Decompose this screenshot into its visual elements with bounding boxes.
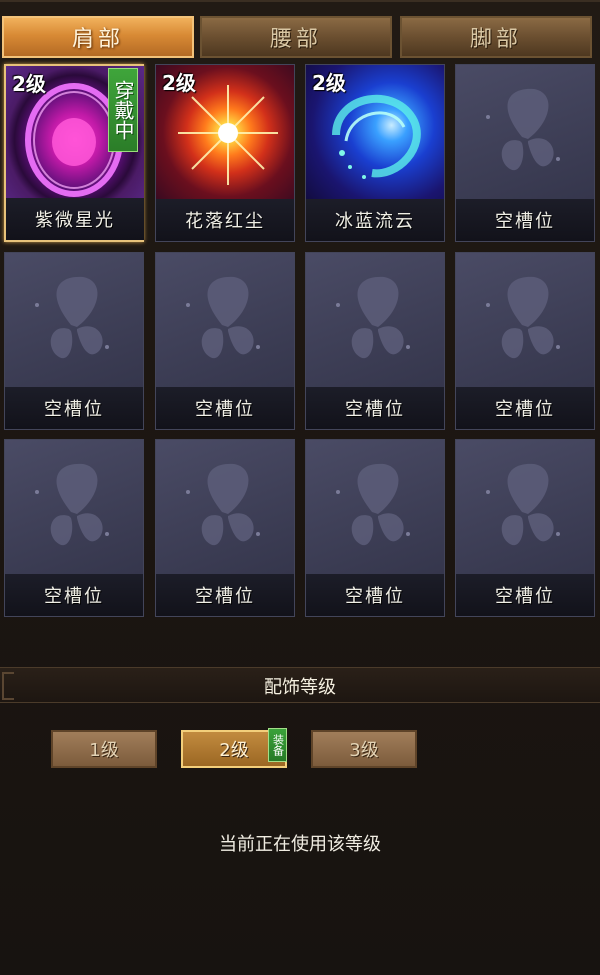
- butterfly-placeholder-icon: [456, 440, 594, 574]
- level-1-button[interactable]: 1级: [51, 730, 157, 768]
- butterfly-placeholder-icon: [5, 440, 143, 574]
- level-label: 2级: [312, 71, 346, 95]
- accessory-slot-empty[interactable]: 空槽位: [455, 64, 595, 242]
- slot-name: 空槽位: [456, 574, 594, 616]
- butterfly-placeholder-icon: [306, 440, 444, 574]
- butterfly-placeholder-icon: [456, 253, 594, 387]
- slot-name: 空槽位: [5, 574, 143, 616]
- accessory-slot-empty[interactable]: 空槽位: [305, 439, 445, 617]
- butterfly-placeholder-icon: [156, 440, 294, 574]
- section-title: 配饰等级: [264, 677, 336, 698]
- equipped-badge: 装备: [268, 728, 287, 762]
- slot-name: 空槽位: [5, 387, 143, 429]
- section-header: 配饰等级: [0, 667, 600, 703]
- slot-name: 空槽位: [306, 387, 444, 429]
- level-label: 2级: [12, 72, 46, 96]
- accessory-slot[interactable]: 2级 冰蓝流云: [305, 64, 445, 242]
- accessory-slot-empty[interactable]: 空槽位: [455, 252, 595, 430]
- slot-name: 花落红尘: [156, 199, 294, 241]
- accessory-slot-empty[interactable]: 空槽位: [155, 252, 295, 430]
- slot-name: 空槽位: [156, 387, 294, 429]
- accessory-slot-empty[interactable]: 空槽位: [155, 439, 295, 617]
- slot-name: 空槽位: [306, 574, 444, 616]
- tab-bar: 肩部 腰部 脚部: [2, 16, 598, 58]
- level-3-button[interactable]: 3级: [311, 730, 417, 768]
- tab-feet[interactable]: 脚部: [400, 16, 592, 58]
- accessory-slot[interactable]: 2级 穿戴中 紫微星光: [4, 64, 144, 242]
- level-label: 2级: [162, 71, 196, 95]
- slot-name: 紫微星光: [6, 198, 144, 240]
- slot-name: 冰蓝流云: [306, 199, 444, 241]
- status-text: 当前正在使用该等级: [219, 834, 381, 855]
- accessory-slot-empty[interactable]: 空槽位: [4, 252, 144, 430]
- accessory-slot-empty[interactable]: 空槽位: [455, 439, 595, 617]
- accessory-slot[interactable]: 2级 花落红尘: [155, 64, 295, 242]
- tab-shoulder[interactable]: 肩部: [2, 16, 194, 58]
- accessory-slot-empty[interactable]: 空槽位: [305, 252, 445, 430]
- butterfly-placeholder-icon: [5, 253, 143, 387]
- slot-name: 空槽位: [456, 387, 594, 429]
- wearing-badge: 穿戴中: [108, 68, 138, 152]
- slot-name: 空槽位: [156, 574, 294, 616]
- tab-waist[interactable]: 腰部: [200, 16, 392, 58]
- accessory-slot-empty[interactable]: 空槽位: [4, 439, 144, 617]
- butterfly-placeholder-icon: [156, 253, 294, 387]
- butterfly-placeholder-icon: [456, 65, 594, 199]
- slot-name: 空槽位: [456, 199, 594, 241]
- butterfly-placeholder-icon: [306, 253, 444, 387]
- accessory-panel: 肩部 腰部 脚部 2级 穿戴中 紫微星光 2级 花落红尘 2级 冰蓝流云 空槽位…: [0, 0, 600, 975]
